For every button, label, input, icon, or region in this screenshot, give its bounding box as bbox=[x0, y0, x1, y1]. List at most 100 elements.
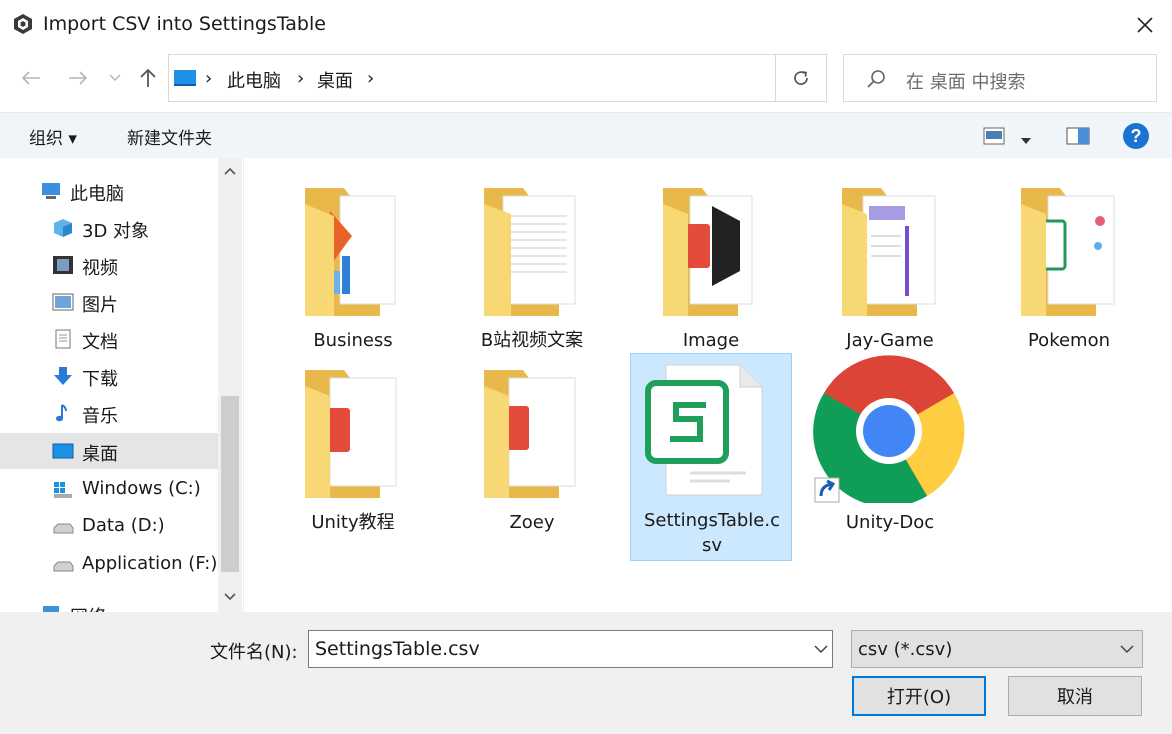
pc-icon bbox=[42, 183, 60, 199]
folder-icon bbox=[663, 188, 753, 316]
sidebar-item-label: 3D 对象 bbox=[82, 221, 150, 242]
sidebar-item-pictures[interactable]: 图片 bbox=[0, 284, 218, 320]
sidebar-item-label: 音乐 bbox=[82, 406, 118, 427]
file-item-jay-game[interactable]: Jay-Game bbox=[809, 176, 971, 356]
video-icon bbox=[53, 256, 73, 274]
organize-button[interactable]: 组织 ▾ bbox=[29, 124, 77, 149]
csv-file-icon bbox=[645, 364, 763, 496]
svg-text:?: ? bbox=[1131, 126, 1142, 146]
folder-icon bbox=[484, 370, 576, 498]
sidebar-item-windows-c[interactable]: Windows (C:) bbox=[0, 471, 218, 507]
file-name: Image bbox=[682, 330, 740, 351]
document-icon bbox=[55, 329, 71, 349]
filename-label: 文件名(N): bbox=[210, 642, 298, 663]
chevron-right-icon: › bbox=[297, 68, 305, 89]
windows-drive-icon bbox=[54, 482, 72, 498]
sidebar-item-desktop[interactable]: 桌面 bbox=[0, 433, 218, 469]
breadcrumb-desktop[interactable]: 桌面 bbox=[317, 67, 353, 93]
sidebar-item-this-pc[interactable]: 此电脑 bbox=[0, 173, 218, 209]
new-folder-button[interactable]: 新建文件夹 bbox=[127, 124, 212, 149]
file-item-unity-tutorial[interactable]: Unity教程 bbox=[272, 358, 434, 538]
close-button[interactable] bbox=[1118, 0, 1172, 50]
sidebar-item-documents[interactable]: 文档 bbox=[0, 321, 218, 357]
recent-locations-button[interactable] bbox=[104, 64, 126, 92]
refresh-icon bbox=[793, 71, 808, 85]
filetype-value: csv (*.csv) bbox=[858, 639, 953, 660]
filetype-select[interactable]: csv (*.csv) bbox=[851, 630, 1143, 668]
breadcrumb-this-pc[interactable]: 此电脑 bbox=[227, 67, 281, 93]
file-name: Unity教程 bbox=[311, 512, 395, 533]
filename-field[interactable]: SettingsTable.csv bbox=[308, 630, 833, 668]
folder-icon bbox=[842, 188, 936, 316]
file-name: Pokemon bbox=[1027, 330, 1111, 351]
back-button[interactable] bbox=[19, 64, 43, 92]
search-input[interactable]: 在 桌面 中搜索 bbox=[906, 68, 1025, 94]
folder-icon bbox=[305, 188, 396, 316]
file-item-unity-doc[interactable]: Unity-Doc bbox=[809, 353, 971, 533]
drive-icon bbox=[53, 523, 74, 534]
sidebar-item-data-d[interactable]: Data (D:) bbox=[0, 508, 218, 544]
sidebar-item-label: Windows (C:) bbox=[82, 478, 201, 499]
desktop-icon bbox=[52, 443, 74, 459]
scroll-down-icon[interactable] bbox=[224, 593, 236, 601]
up-button[interactable] bbox=[136, 64, 160, 92]
search-box[interactable]: 在 桌面 中搜索 bbox=[843, 54, 1157, 102]
cube-icon bbox=[54, 219, 72, 237]
preview-pane-button[interactable] bbox=[1066, 126, 1090, 150]
sidebar-item-downloads[interactable]: 下载 bbox=[0, 358, 218, 394]
file-name: Jay-Game bbox=[846, 330, 934, 351]
scroll-up-icon[interactable] bbox=[224, 167, 236, 175]
folder-icon bbox=[1021, 188, 1115, 316]
caret-down-icon bbox=[1021, 138, 1031, 144]
pc-icon bbox=[174, 70, 196, 86]
refresh-button[interactable] bbox=[775, 54, 827, 102]
sidebar-item-network[interactable]: 网络 bbox=[0, 596, 218, 612]
close-icon bbox=[1137, 17, 1153, 33]
drive-icon bbox=[53, 561, 74, 572]
file-item-settings-table-csv[interactable]: SettingsTable.c sv bbox=[630, 353, 792, 561]
chevron-down-icon[interactable] bbox=[814, 639, 828, 659]
view-menu-button[interactable] bbox=[1020, 130, 1032, 149]
file-item-bilibili-scripts[interactable]: B站视频文案 bbox=[451, 176, 613, 356]
file-item-business[interactable]: Business bbox=[272, 176, 434, 356]
sidebar-item-label: 视频 bbox=[82, 258, 118, 279]
help-icon: ? bbox=[1123, 123, 1149, 149]
file-list: Business B站视频文案 Image Jay-Game Pokemon U… bbox=[245, 158, 1172, 612]
navigation-scrollbar[interactable] bbox=[218, 158, 242, 612]
help-button[interactable]: ? bbox=[1122, 122, 1150, 154]
sidebar-item-label: 桌面 bbox=[82, 444, 118, 465]
address-bar[interactable]: › 此电脑 › 桌面 › bbox=[168, 54, 926, 102]
filename-value[interactable]: SettingsTable.csv bbox=[315, 638, 480, 660]
sidebar-item-label: 下载 bbox=[82, 369, 118, 390]
scrollbar-thumb[interactable] bbox=[221, 396, 239, 572]
file-name: Unity-Doc bbox=[845, 512, 935, 533]
sidebar-item-videos[interactable]: 视频 bbox=[0, 247, 218, 283]
navigation-pane: 此电脑 3D 对象 视频 图片 文档 下载 音乐 桌面 Windows (C:)… bbox=[0, 158, 244, 612]
view-icon bbox=[983, 127, 1005, 145]
dialog-footer: 文件名(N): SettingsTable.csv csv (*.csv) 打开… bbox=[0, 612, 1172, 734]
download-icon bbox=[54, 367, 72, 385]
chevron-right-icon: › bbox=[205, 68, 213, 89]
sidebar-item-label: 文档 bbox=[82, 332, 118, 353]
file-item-zoey[interactable]: Zoey bbox=[451, 358, 613, 538]
sidebar-item-label: 图片 bbox=[82, 295, 118, 316]
sidebar-item-3d-objects[interactable]: 3D 对象 bbox=[0, 210, 218, 246]
view-options-button[interactable] bbox=[983, 127, 1005, 149]
music-icon bbox=[56, 404, 67, 422]
title-bar: Import CSV into SettingsTable bbox=[0, 0, 1172, 50]
back-arrow-icon bbox=[21, 71, 40, 85]
cancel-button[interactable]: 取消 bbox=[1008, 676, 1142, 716]
window-title: Import CSV into SettingsTable bbox=[43, 13, 326, 35]
forward-button[interactable] bbox=[66, 64, 90, 92]
unity-logo-icon bbox=[14, 14, 32, 34]
sidebar-item-music[interactable]: 音乐 bbox=[0, 395, 218, 431]
file-item-image[interactable]: Image bbox=[630, 176, 792, 356]
file-name: Business bbox=[313, 330, 393, 351]
sidebar-item-application-f[interactable]: Application (F:) bbox=[0, 546, 218, 582]
file-name: SettingsTable.c bbox=[644, 510, 780, 531]
open-button[interactable]: 打开(O) bbox=[852, 676, 986, 716]
file-item-pokemon[interactable]: Pokemon bbox=[988, 176, 1150, 356]
sidebar-item-label: 此电脑 bbox=[70, 184, 124, 205]
search-icon bbox=[867, 70, 885, 88]
chevron-down-icon bbox=[109, 74, 121, 82]
